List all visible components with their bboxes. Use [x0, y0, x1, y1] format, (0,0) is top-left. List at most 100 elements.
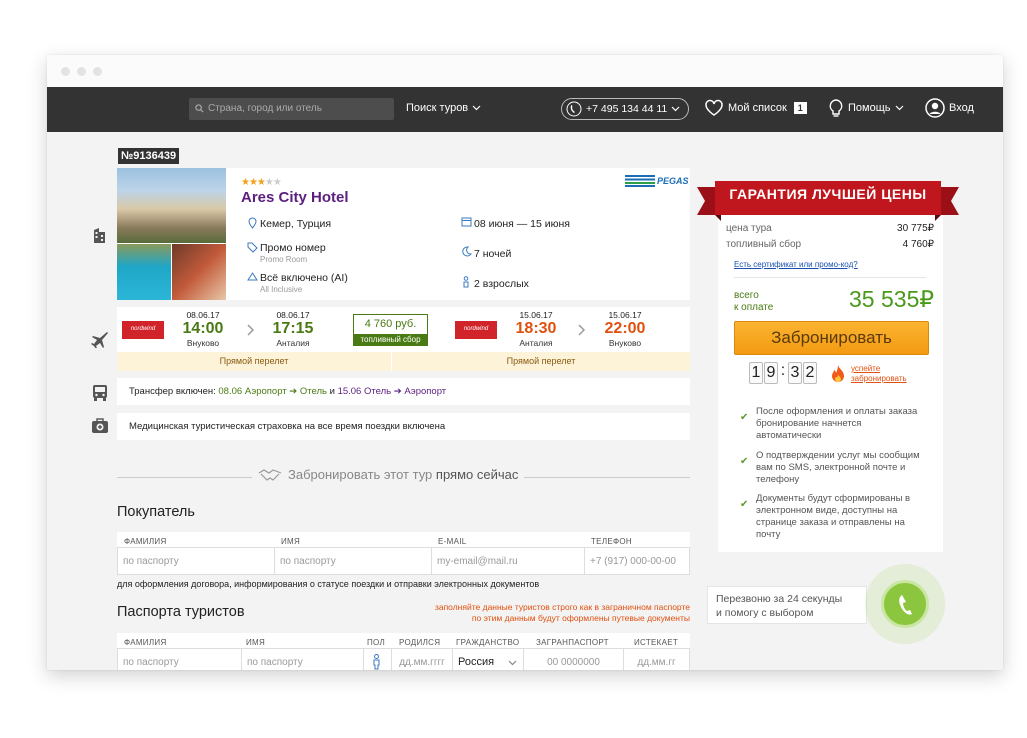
promo-code-link[interactable]: Есть сертификат или промо-код? — [734, 260, 858, 269]
fuel-charge-amount: 4 760 руб. — [364, 318, 417, 330]
help-menu[interactable]: Помощь — [828, 98, 904, 118]
fuel-price-row: топливный сбор 4 760₽ — [726, 239, 934, 250]
guarantee-item: Документы будут сформированы в электронн… — [756, 493, 911, 540]
callback-button[interactable] — [881, 580, 929, 628]
callback-line2: и помогу с выбором — [716, 607, 814, 619]
departure-time: 18:30 — [515, 320, 557, 337]
airplane-icon — [91, 332, 108, 348]
window-dot — [77, 67, 86, 76]
airline-logo-outbound: nordwind — [122, 321, 164, 339]
buyer-firstname-input[interactable]: по паспорту — [274, 547, 432, 575]
hotel-name[interactable]: Ares City Hotel — [241, 189, 349, 206]
buyer-form: ФАМИЛИЯ ИМЯ E-MAIL ТЕЛЕФОН по паспорту п… — [117, 532, 690, 575]
fuel-price-label: топливный сбор — [726, 239, 802, 250]
arrival-airport: Анталия — [276, 338, 310, 348]
heart-icon — [705, 99, 723, 116]
passport-firstname-label: ИМЯ — [246, 638, 266, 647]
passport-gender-toggle[interactable] — [363, 648, 392, 670]
tours-menu-label: Поиск туров — [406, 102, 469, 114]
insurance-card: Медицинская туристическая страховка на в… — [117, 413, 690, 440]
tour-price-label: цена тура — [726, 223, 772, 234]
transfer-date-2: 15.06 — [337, 386, 362, 397]
timer-digit: 2 — [803, 362, 817, 384]
book-now-light: Забронировать этот тур — [288, 467, 436, 482]
checkmark-icon: ✔ — [740, 456, 749, 467]
wishlist-link[interactable]: Мой список 1 — [704, 99, 807, 117]
passport-expiry-input[interactable]: дд.мм.гг — [623, 648, 690, 670]
buyer-note: для оформления договора, информирования … — [117, 579, 540, 589]
passport-firstname-input[interactable]: по паспорту — [241, 648, 364, 670]
operator-name: PEGAS — [657, 176, 689, 186]
fuel-charge-label: топливный сбор — [353, 334, 428, 346]
passports-title: Паспорта туристов — [117, 604, 245, 620]
passports-warning: заполняйте данные туристов строго как в … — [377, 602, 690, 624]
hotel-id-badge: №9136439 — [118, 148, 180, 164]
hurry-link[interactable]: успейте забронировать — [851, 364, 907, 384]
pegas-stripes-icon — [625, 175, 655, 187]
trip-guests: 2 взрослых — [474, 278, 529, 290]
phone-dropdown[interactable]: +7 495 134 44 11 — [561, 98, 689, 120]
hotel-photo-room[interactable] — [172, 244, 226, 300]
hotel-photos[interactable] — [117, 168, 226, 300]
buyer-phone-input[interactable]: +7 (917) 000-00-00 — [584, 547, 690, 575]
buyer-phone-label: ТЕЛЕФОН — [591, 537, 632, 546]
buyer-title: Покупатель — [117, 504, 195, 520]
total-label-line1: всего — [734, 290, 759, 301]
browser-window: Страна, город или отель Поиск туров +7 4… — [47, 55, 1003, 670]
departure-airport: Анталия — [519, 338, 553, 348]
total-label: всего к оплате — [734, 290, 773, 314]
return-flight-type: Прямой перелет — [392, 352, 690, 371]
chevron-down-icon — [671, 106, 680, 112]
transfer-segment-2: Отель ➔ Аэропорт — [363, 386, 447, 397]
departure-airport: Внуково — [186, 338, 220, 348]
passport-number-input[interactable]: 00 0000000 — [523, 648, 624, 670]
transfer-prefix: Трансфер включен: — [129, 386, 219, 397]
transfer-and: и — [326, 386, 338, 397]
transfer-segment-1: Аэропорт ➔ Отель — [244, 386, 327, 397]
passport-citizenship-label: ГРАЖДАНСТВО — [456, 638, 520, 647]
top-navbar: Страна, город или отель Поиск туров +7 4… — [47, 87, 1003, 132]
departure-date: 15.06.17 — [519, 310, 553, 320]
window-dot — [61, 67, 70, 76]
hotel-stars: ★★★★★ — [241, 177, 282, 188]
hotel-card: ★★★★★ Ares City Hotel Кемер, Турция Пром… — [117, 168, 690, 300]
checkmark-icon: ✔ — [740, 499, 749, 510]
flights-card: nordwind 08.06.17 14:00 Внуково 08.06.17… — [117, 307, 690, 371]
book-button[interactable]: Забронировать — [734, 321, 929, 355]
best-price-banner: ГАРАНТИЯ ЛУЧШЕЙ ЦЕНЫ — [729, 186, 927, 202]
buyer-lastname-input[interactable]: по паспорту — [117, 547, 275, 575]
search-input[interactable]: Страна, город или отель — [189, 98, 394, 120]
login-link[interactable]: Вход — [925, 98, 974, 118]
total-price: 35 535₽ — [849, 286, 934, 312]
wishlist-label: Мой список — [728, 102, 787, 114]
person-icon — [463, 276, 469, 288]
tour-price-row: цена тура 30 775₽ — [726, 223, 934, 234]
arrival-time: 22:00 — [604, 320, 646, 337]
search-icon — [195, 104, 204, 113]
buyer-email-input[interactable]: my-email@mail.ru — [431, 547, 585, 575]
outbound-flight-type: Прямой перелет — [117, 352, 391, 371]
hotel-photo-main[interactable] — [117, 168, 226, 243]
person-gender-icon — [373, 654, 380, 670]
window-dot — [93, 67, 102, 76]
callback-box[interactable]: Перезвоню за 24 секунды и помогу с выбор… — [707, 586, 867, 624]
fuel-price-value: 4 760₽ — [902, 239, 934, 250]
transfer-date-1: 08.06 — [218, 386, 243, 397]
buyer-lastname-label: ФАМИЛИЯ — [124, 537, 167, 546]
departure-date: 08.06.17 — [186, 310, 220, 320]
passport-birth-input[interactable]: дд.мм.гггг — [391, 648, 453, 670]
hotel-photo-pool[interactable] — [117, 244, 171, 300]
passport-form: ФАМИЛИЯ ИМЯ ПОЛ РОДИЛСЯ ГРАЖДАНСТВО ЗАГР… — [117, 633, 690, 670]
passport-number-label: ЗАГРАНПАСПОРТ — [536, 638, 609, 647]
meal-icon — [247, 272, 258, 281]
room-type-sub: Promo Room — [260, 255, 308, 264]
outbound-arrival: 08.06.17 17:15 Анталия — [267, 310, 319, 348]
guarantee-item: О подтверждении услуг мы сообщим вам по … — [756, 450, 920, 485]
passports-warning-line2: по этим данным будут оформлены путевые д… — [471, 613, 690, 623]
arrival-airport: Внуково — [608, 338, 642, 348]
chevron-right-icon — [578, 324, 585, 336]
passport-lastname-input[interactable]: по паспорту — [117, 648, 242, 670]
tours-menu[interactable]: Поиск туров — [406, 102, 481, 114]
timer-digit: 1 — [749, 362, 763, 384]
passport-citizenship-select[interactable]: Россия — [452, 648, 524, 670]
